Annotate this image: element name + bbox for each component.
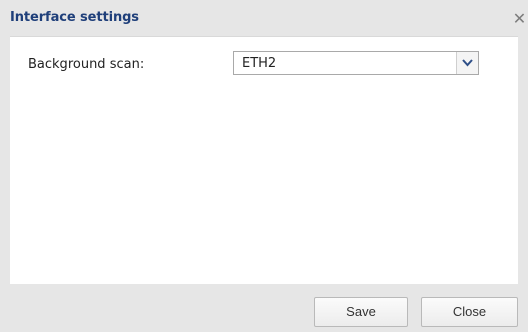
dialog-body-panel: Background scan: ETH2: [10, 36, 518, 284]
background-scan-selected-value: ETH2: [242, 56, 277, 71]
chevron-down-icon: [462, 59, 473, 67]
dialog-title: Interface settings: [10, 10, 139, 25]
save-button[interactable]: Save: [314, 297, 408, 327]
background-scan-label: Background scan:: [28, 57, 145, 72]
interface-settings-dialog: Interface settings ✕ Background scan: ET…: [0, 0, 528, 332]
close-icon[interactable]: ✕: [511, 8, 528, 30]
dropdown-button[interactable]: [456, 52, 478, 74]
background-scan-select[interactable]: ETH2: [233, 51, 479, 75]
close-button[interactable]: Close: [421, 297, 518, 327]
